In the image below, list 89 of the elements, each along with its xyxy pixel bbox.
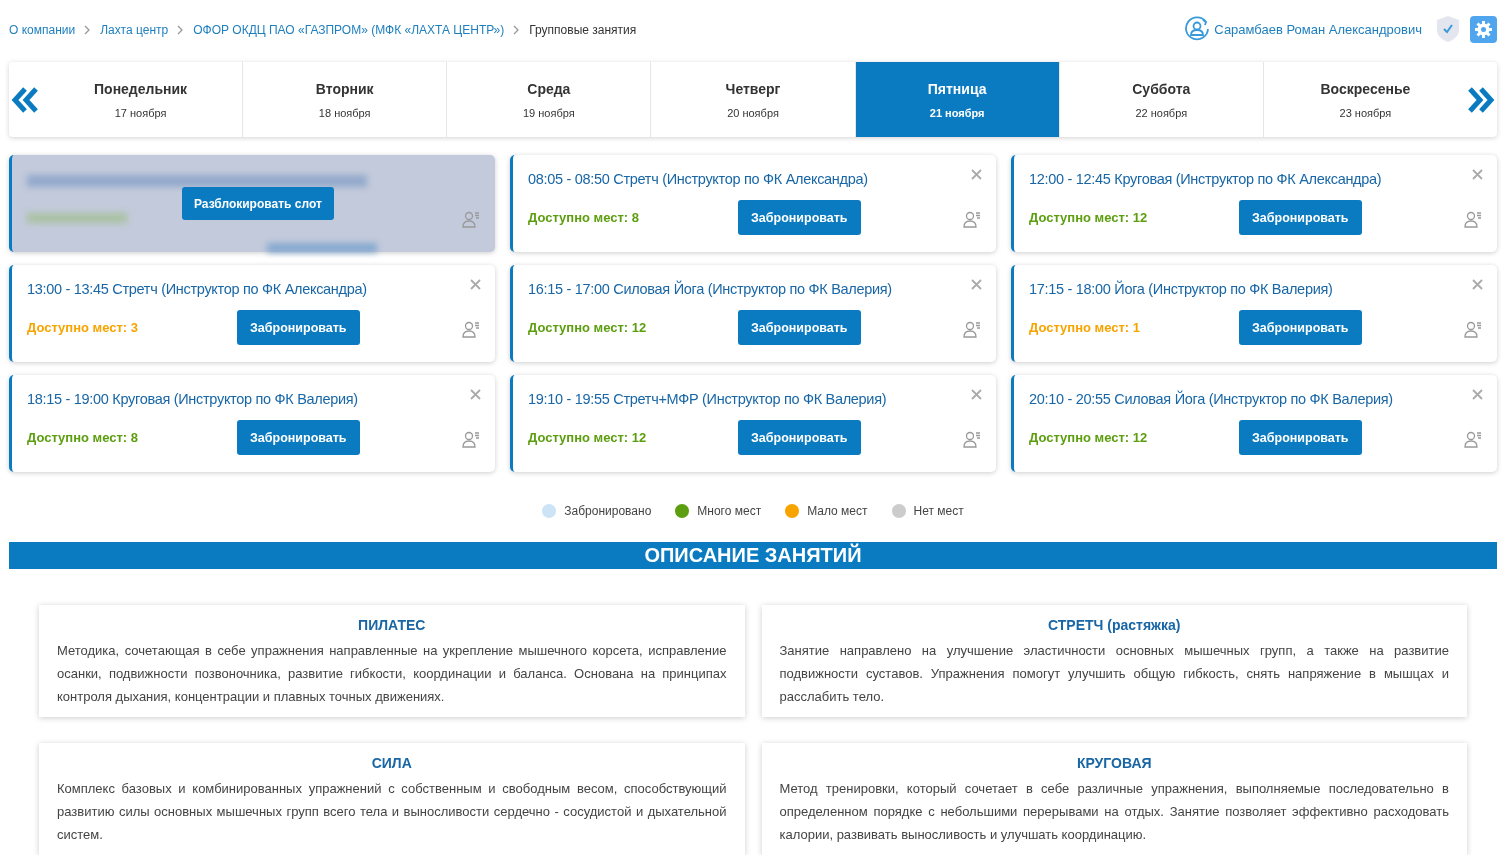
description-title: ПИЛАТЕС bbox=[357, 617, 427, 633]
book-button[interactable]: Забронировать bbox=[237, 310, 360, 345]
day-date: 17 ноября bbox=[114, 106, 167, 119]
day-name: Пятница bbox=[927, 80, 987, 97]
day-name: Вторник bbox=[315, 80, 374, 97]
legend-label: Забронировано bbox=[564, 504, 652, 518]
day-tab[interactable]: Суббота 22 ноября bbox=[1058, 62, 1263, 137]
seats-available: Доступно мест: 12 bbox=[1029, 210, 1149, 225]
legend-label: Мало мест bbox=[807, 504, 868, 518]
previous-week-icon[interactable] bbox=[11, 86, 39, 113]
slot-title: 17:15 - 18:00 Йога (Инструктор по ФК Валерия) bbox=[1029, 281, 1334, 297]
day-date: 18 ноября bbox=[318, 106, 371, 119]
slot-title: 19:10 - 19:55 Стретч+МФР (Инструктор по ФК Валерия) bbox=[528, 391, 888, 407]
breadcrumb-link[interactable]: ОФОР ОКДЦ ПАО «ГАЗПРОМ» (МФК «ЛАХТА ЦЕНТР») bbox=[193, 23, 505, 37]
breadcrumb-current: Групповые занятия bbox=[529, 23, 637, 37]
user-list-icon[interactable] bbox=[963, 211, 981, 228]
slot-title: 16:15 - 17:00 Силовая Йога (Инструктор по ФК Валерия) bbox=[528, 281, 893, 297]
seats-available: Доступно мест: 3 bbox=[27, 320, 140, 335]
close-icon[interactable] bbox=[971, 279, 982, 290]
settings-icon[interactable] bbox=[1470, 15, 1497, 43]
day-date: 22 ноября bbox=[1135, 106, 1188, 119]
user-list-icon[interactable] bbox=[1464, 211, 1482, 228]
breadcrumb-link[interactable]: О компании bbox=[9, 23, 76, 37]
close-icon[interactable] bbox=[1472, 389, 1483, 400]
book-button[interactable]: Забронировать bbox=[1239, 420, 1362, 455]
slot-title: 13:00 - 13:45 Стретч (Инструктор по ФК Александра) bbox=[27, 281, 368, 297]
user-list-icon[interactable] bbox=[1464, 431, 1482, 448]
day-name: Воскресенье bbox=[1320, 80, 1411, 97]
user-list-icon[interactable] bbox=[462, 321, 480, 338]
user-list-icon[interactable] bbox=[1464, 321, 1482, 338]
book-button[interactable]: Забронировать bbox=[738, 200, 861, 235]
close-icon[interactable] bbox=[971, 389, 982, 400]
slot-title: 20:10 - 20:55 Силовая Йога (Инструктор по ФК Валерия) bbox=[1029, 391, 1394, 407]
chevron-icon bbox=[84, 25, 92, 35]
close-icon[interactable] bbox=[470, 389, 481, 400]
book-button[interactable]: Забронировать bbox=[1239, 310, 1362, 345]
shield-icon[interactable] bbox=[1436, 15, 1460, 43]
description-title: СТРЕТЧ (растяжка) bbox=[1047, 617, 1182, 633]
user-list-icon[interactable] bbox=[963, 431, 981, 448]
seats-available: Доступно мест: 8 bbox=[528, 210, 641, 225]
slot-title: 18:15 - 19:00 Круговая (Инструктор по ФК Валерия) bbox=[27, 391, 359, 407]
day-name: Четверг bbox=[725, 80, 781, 97]
user-list-icon[interactable] bbox=[462, 211, 480, 228]
book-button[interactable]: Забронировать bbox=[1239, 200, 1362, 235]
description-text: Занятие направлено на улучшение эластичности основных мышечных групп, а также на развитие подвижности суставов. Упражнения помогут улучшить общую гибкость, снять напряжение в мышцах и расслабить тело. bbox=[779, 642, 1449, 706]
day-date: 23 ноября bbox=[1339, 106, 1392, 119]
day-tab[interactable]: Среда 19 ноября bbox=[446, 62, 651, 137]
day-name: Понедельник bbox=[94, 80, 188, 97]
seats-available: Доступно мест: 12 bbox=[528, 430, 648, 445]
slot-title: 08:05 - 08:50 Стретч (Инструктор по ФК Александра) bbox=[528, 171, 869, 187]
close-icon[interactable] bbox=[470, 279, 481, 290]
close-icon[interactable] bbox=[1472, 169, 1483, 180]
day-tab[interactable]: Четверг 20 ноября bbox=[650, 62, 855, 137]
day-date: 21 ноября bbox=[929, 106, 985, 119]
user-list-icon[interactable] bbox=[462, 431, 480, 448]
day-tab[interactable]: Вторник 18 ноября bbox=[242, 62, 447, 137]
close-icon[interactable] bbox=[971, 169, 982, 180]
chevron-icon bbox=[177, 25, 185, 35]
breadcrumb-link[interactable]: Лахта центр bbox=[100, 23, 169, 37]
description-text: Комплекс базовых и комбинированных упражнений с собственным и свободным весом, способствующий развитию силы основных мышечных групп всего тела и выносливости сердечно - сосудистой и дыхательной систем. bbox=[57, 780, 727, 844]
day-tab[interactable]: Пятница 21 ноября bbox=[854, 62, 1059, 137]
seats-available: Доступно мест: 1 bbox=[1029, 320, 1142, 335]
day-tab[interactable]: Понедельник 17 ноября bbox=[39, 62, 243, 137]
description-text: Методика, сочетающая в себе упражнения направленные на укрепление мышечного корсета, исправление осанки, подвижности позвоночника, развитие гибкости, координации и баланса. Основана на принципах контроля дыхания, концентрации и плавных точных движениях. bbox=[57, 642, 727, 706]
legend-label: Нет мест bbox=[913, 504, 964, 518]
description-title: КРУГОВАЯ bbox=[1075, 755, 1153, 771]
day-date: 19 ноября bbox=[523, 106, 575, 119]
seats-available: Доступно мест: 8 bbox=[27, 430, 140, 445]
unblock-button[interactable]: Разблокировать слот bbox=[182, 187, 334, 220]
seats-available: Доступно мест: 12 bbox=[528, 320, 648, 335]
section-heading: ОПИСАНИЕ ЗАНЯТИЙ bbox=[9, 542, 1497, 569]
user-list-icon[interactable] bbox=[963, 321, 981, 338]
book-button[interactable]: Забронировать bbox=[738, 310, 861, 345]
description-text: Метод тренировки, который сочетает в себе различные упражнения, выполняемые последовательно в определенном порядке с небольшими перерывами на отдых. Занятие позволяет эффективно расходовать калории, развивать выносливость и улучшать координацию. bbox=[779, 780, 1449, 844]
close-icon[interactable] bbox=[1472, 279, 1483, 290]
description-title: СИЛА bbox=[370, 755, 413, 771]
day-name: Суббота bbox=[1132, 80, 1191, 97]
book-button[interactable]: Забронировать bbox=[237, 420, 360, 455]
user-name[interactable]: Сарамбаев Роман Александрович bbox=[1214, 21, 1422, 37]
next-week-icon[interactable] bbox=[1467, 86, 1495, 113]
seats-available: Доступно мест: 12 bbox=[1029, 430, 1149, 445]
day-name: Среда bbox=[527, 80, 571, 97]
book-button[interactable]: Забронировать bbox=[738, 420, 861, 455]
chevron-icon bbox=[513, 25, 521, 35]
day-date: 20 ноября bbox=[727, 106, 779, 119]
slot-title: 12:00 - 12:45 Круговая (Инструктор по ФК Александра) bbox=[1029, 171, 1383, 187]
legend-label: Много мест bbox=[697, 504, 762, 518]
day-tab[interactable]: Воскресенье 23 ноября bbox=[1262, 62, 1467, 137]
user-icon[interactable] bbox=[1184, 16, 1211, 42]
